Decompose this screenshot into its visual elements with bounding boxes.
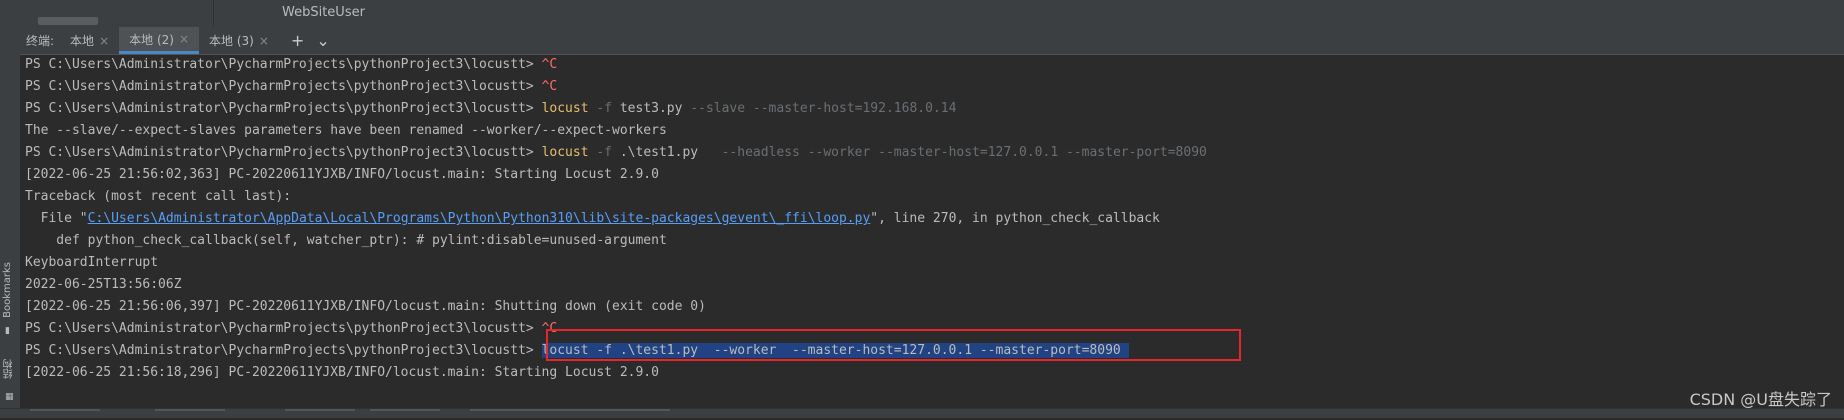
terminal-line: def python_check_callback(self, watcher_… bbox=[25, 233, 667, 248]
terminal-line: [2022-06-25 21:56:02,363] PC-20220611YJX… bbox=[25, 167, 659, 182]
terminal-tab-bar: 终端: 本地 × 本地 (2) × 本地 (3) × + ⌄ bbox=[0, 27, 1844, 55]
red-highlight-box bbox=[546, 329, 1241, 361]
tool-window-button[interactable] bbox=[370, 409, 440, 420]
close-icon[interactable]: × bbox=[259, 34, 269, 48]
tool-window-button[interactable] bbox=[600, 409, 670, 420]
terminal-line: Traceback (most recent call last): bbox=[25, 189, 292, 204]
terminal-line: 2022-06-25T13:56:06Z bbox=[25, 277, 182, 292]
terminal-line: KeyboardInterrupt bbox=[25, 255, 159, 270]
editor-tab-strip: WebSiteUser bbox=[0, 0, 1844, 28]
editor-scrollbar[interactable] bbox=[38, 17, 98, 25]
terminal-line: [2022-06-25 21:56:18,296] PC-20220611YJX… bbox=[25, 365, 659, 380]
terminal-line: PS C:\Users\Administrator\PycharmProject… bbox=[25, 57, 558, 72]
terminal-line: File "C:\Users\Administrator\AppData\Loc… bbox=[25, 211, 1160, 226]
watermark-text: CSDN @U盘失踪了 bbox=[1689, 390, 1832, 409]
tab-local-2[interactable]: 本地 (2) × bbox=[119, 27, 200, 54]
add-tab-icon[interactable]: + bbox=[291, 31, 304, 50]
tool-window-button[interactable] bbox=[530, 409, 600, 420]
tab-local-1[interactable]: 本地 × bbox=[60, 27, 119, 54]
close-icon[interactable]: × bbox=[99, 34, 109, 48]
tool-window-button[interactable] bbox=[30, 409, 100, 420]
tool-window-button[interactable] bbox=[155, 409, 225, 420]
terminal-line: PS C:\Users\Administrator\PycharmProject… bbox=[25, 321, 558, 336]
terminal-line: [2022-06-25 21:56:06,397] PC-20220611YJX… bbox=[25, 299, 706, 314]
file-path-link[interactable]: C:\Users\Administrator\AppData\Local\Pro… bbox=[88, 211, 871, 226]
bookmarks-tool-button[interactable]: Bookmarks bbox=[2, 262, 13, 318]
terminal-line: The --slave/--expect-slaves parameters h… bbox=[25, 123, 667, 138]
tab-label: 本地 (2) bbox=[129, 32, 174, 47]
structure-icon: ▦ bbox=[5, 392, 14, 402]
strip-divider bbox=[213, 0, 214, 27]
tool-window-button[interactable] bbox=[285, 409, 355, 420]
editor-filename[interactable]: WebSiteUser bbox=[282, 5, 365, 20]
tab-label: 本地 (3) bbox=[209, 34, 254, 48]
tab-local-3[interactable]: 本地 (3) × bbox=[199, 27, 279, 54]
left-tool-strip: Bookmarks ▮ 结构 ▦ bbox=[0, 54, 20, 417]
terminal-line: PS C:\Users\Administrator\PycharmProject… bbox=[25, 101, 957, 116]
terminal-title: 终端: bbox=[26, 34, 55, 48]
bookmark-icon: ▮ bbox=[5, 326, 10, 336]
tab-label: 本地 bbox=[70, 34, 95, 48]
close-icon[interactable]: × bbox=[179, 32, 189, 46]
structure-tool-button[interactable]: 结构 bbox=[2, 359, 17, 379]
terminal-line: PS C:\Users\Administrator\PycharmProject… bbox=[25, 79, 558, 94]
terminal-line: PS C:\Users\Administrator\PycharmProject… bbox=[25, 145, 1207, 160]
chevron-down-icon[interactable]: ⌄ bbox=[316, 31, 329, 50]
